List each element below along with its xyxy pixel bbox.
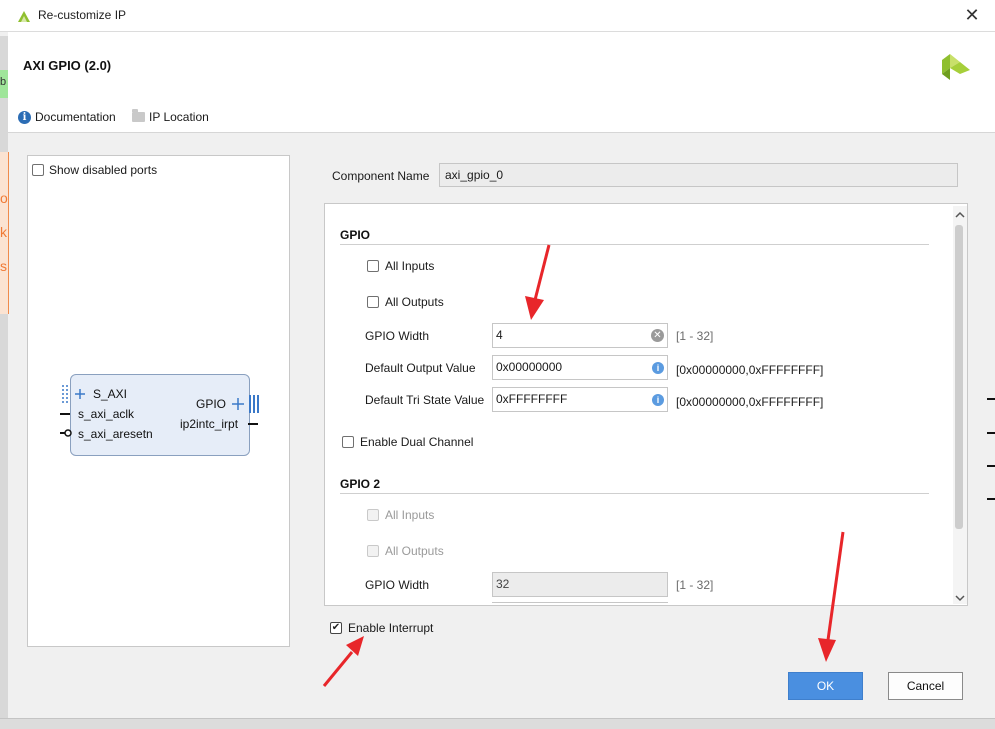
- component-name-label: Component Name: [332, 169, 430, 183]
- default-output-input[interactable]: 0x00000000: [492, 355, 668, 380]
- port-label: S_AXI: [93, 387, 128, 401]
- enable-interrupt-label: Enable Interrupt: [348, 621, 434, 635]
- default-output-label: Default Output Value: [365, 361, 476, 375]
- next-field-edge: [492, 602, 668, 606]
- close-icon[interactable]: ✕: [958, 2, 986, 28]
- enable-dual-channel-label: Enable Dual Channel: [360, 435, 474, 449]
- background-line: [987, 432, 995, 434]
- info-icon[interactable]: i: [652, 394, 664, 406]
- background-char: k: [0, 224, 7, 240]
- ok-button[interactable]: OK: [788, 672, 863, 700]
- gpio2-section-title: GPIO 2: [340, 477, 381, 491]
- checkbox-box[interactable]: [367, 260, 379, 272]
- gpio2-all-inputs-checkbox[interactable]: All Inputs: [367, 508, 434, 522]
- port-label: GPIO: [196, 397, 227, 411]
- ip-title: AXI GPIO (2.0): [23, 58, 112, 73]
- gpio2-width-range: [1 - 32]: [676, 578, 714, 592]
- all-outputs-label: All Outputs: [385, 544, 444, 558]
- default-output-range: [0x00000000,0xFFFFFFFF]: [676, 363, 824, 377]
- port-label: ip2intc_irpt: [180, 417, 239, 431]
- checkbox-box[interactable]: [342, 436, 354, 448]
- all-inputs-label: All Inputs: [385, 259, 435, 273]
- gpio-all-outputs-checkbox[interactable]: All Outputs: [367, 295, 444, 309]
- gpio2-all-outputs-checkbox[interactable]: All Outputs: [367, 544, 444, 558]
- background-line: [987, 465, 995, 467]
- info-icon: i: [18, 110, 31, 124]
- info-icon[interactable]: i: [652, 362, 664, 374]
- background-window-edge: [0, 36, 8, 728]
- gpio-width-label: GPIO Width: [365, 329, 430, 343]
- folder-icon: [132, 109, 145, 122]
- ip-location-link[interactable]: IP Location: [132, 108, 209, 126]
- pin-line: [60, 413, 70, 415]
- default-tri-state-range: [0x00000000,0xFFFFFFFF]: [676, 395, 824, 409]
- gpio-bus-icon[interactable]: [230, 394, 260, 414]
- documentation-label: Documentation: [35, 110, 116, 124]
- pin-line: [248, 423, 258, 425]
- background-char: s: [0, 258, 7, 274]
- checkbox-box[interactable]: [367, 545, 379, 557]
- show-disabled-ports-label: Show disabled ports: [49, 163, 158, 177]
- background-line: [987, 498, 995, 500]
- gpio2-width-label: GPIO Width: [365, 578, 430, 592]
- component-name-field[interactable]: axi_gpio_0: [439, 163, 958, 187]
- annotation-arrow-icon: [322, 636, 364, 687]
- gpio-width-input[interactable]: 4: [492, 323, 668, 348]
- clear-icon[interactable]: ✕: [651, 329, 664, 342]
- background-line: [987, 398, 995, 400]
- checkbox-box[interactable]: [330, 622, 342, 634]
- port-label: s_axi_aresetn: [78, 427, 153, 441]
- gpio-width-range: [1 - 32]: [676, 329, 714, 343]
- checkbox-box[interactable]: [367, 509, 379, 521]
- gpio-section-title: GPIO: [340, 228, 371, 242]
- checkbox-box[interactable]: [367, 296, 379, 308]
- port-label: s_axi_aclk: [78, 407, 135, 421]
- scroll-down-icon[interactable]: [954, 593, 966, 603]
- section-divider: [340, 493, 929, 494]
- vivado-logo-icon: [18, 11, 30, 22]
- ip-location-label: IP Location: [149, 110, 209, 124]
- show-disabled-ports-checkbox[interactable]: Show disabled ports: [32, 163, 157, 177]
- default-tri-state-label: Default Tri State Value: [365, 393, 485, 407]
- gpio2-width-input[interactable]: 32: [492, 572, 668, 597]
- background-char: b: [0, 76, 7, 88]
- background-char: o: [0, 190, 8, 206]
- default-tri-state-input[interactable]: 0xFFFFFFFF: [492, 387, 668, 412]
- window-title: Re-customize IP: [38, 8, 127, 22]
- background-bottom-strip: [0, 718, 995, 729]
- xilinx-logo-icon: [942, 54, 970, 80]
- checkbox-box[interactable]: [32, 164, 44, 176]
- enable-dual-channel-checkbox[interactable]: Enable Dual Channel: [342, 435, 473, 449]
- documentation-link[interactable]: i Documentation: [18, 108, 116, 126]
- all-inputs-label: All Inputs: [385, 508, 435, 522]
- bus-interface-icon[interactable]: [60, 384, 88, 404]
- title-bar: [0, 0, 995, 32]
- enable-interrupt-checkbox[interactable]: Enable Interrupt: [330, 621, 433, 635]
- scroll-up-icon[interactable]: [954, 210, 966, 220]
- section-divider: [340, 244, 929, 245]
- gpio-all-inputs-checkbox[interactable]: All Inputs: [367, 259, 434, 273]
- scrollbar-thumb[interactable]: [955, 225, 963, 529]
- all-outputs-label: All Outputs: [385, 295, 444, 309]
- inverted-pin-icon: [60, 429, 72, 437]
- cancel-button[interactable]: Cancel: [888, 672, 963, 700]
